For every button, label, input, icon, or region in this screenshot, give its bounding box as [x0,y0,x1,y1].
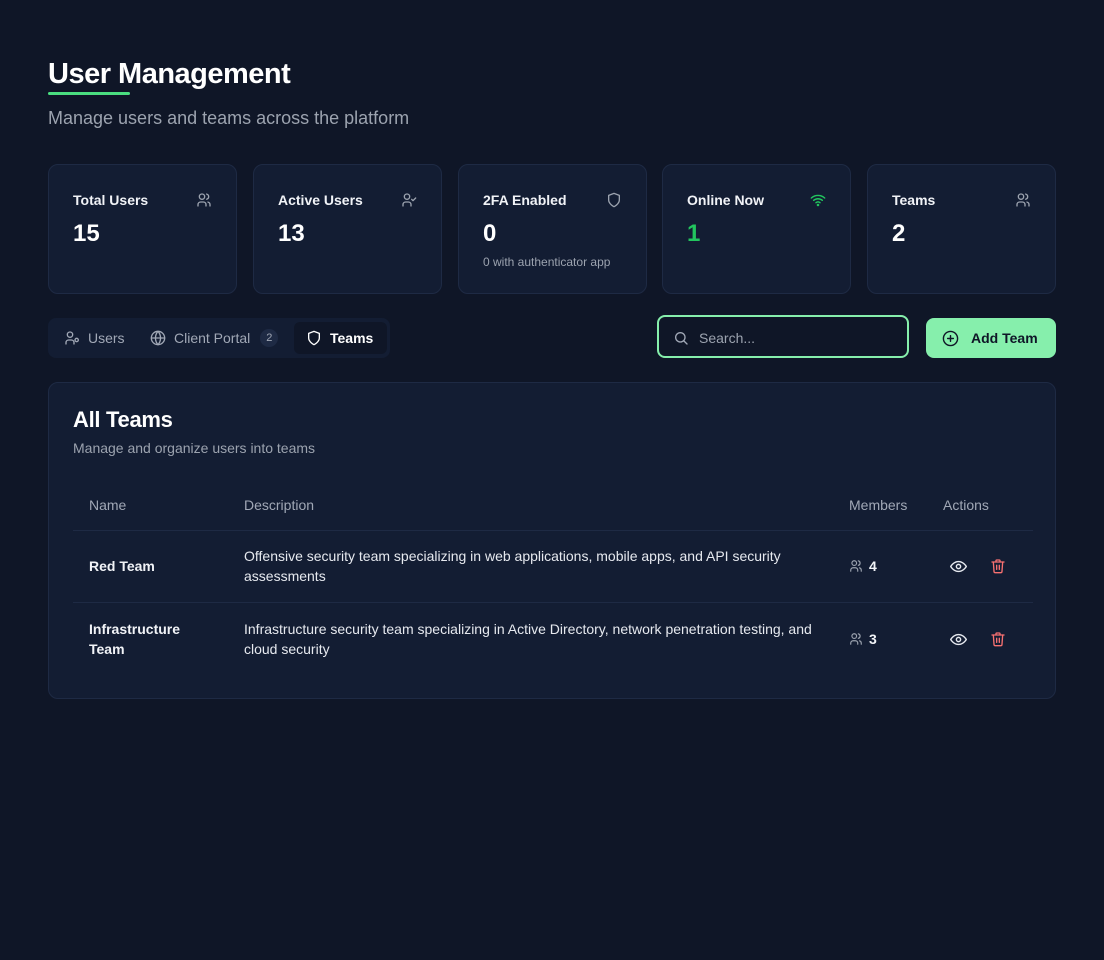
trash-icon [991,632,1005,647]
users-icon [850,560,862,572]
wifi-icon [810,194,826,207]
search-input[interactable] [697,325,901,351]
page-title: User Management [48,58,291,90]
row-actions [949,530,1007,602]
stat-value: 0 [483,220,497,247]
delete-button[interactable] [989,557,1007,575]
trash-icon [991,559,1005,574]
user-check-icon [402,193,417,207]
eye-icon [949,560,967,572]
stat-value: 15 [73,220,100,247]
stat-label: Online Now [687,192,764,208]
stat-label: Total Users [73,192,149,208]
eye-icon [949,633,967,645]
column-header-name[interactable]: Name [89,497,126,513]
member-count: 3 [869,631,877,647]
table-row[interactable]: Red Team Offensive security team special… [73,530,1033,603]
column-header-actions: Actions [943,497,989,513]
shield-icon [308,330,320,346]
plus-circle-icon [942,330,959,346]
users-icon [197,193,211,207]
tab-users[interactable]: Users [56,322,133,354]
team-name: Infrastructure Team [89,621,181,657]
column-header-description[interactable]: Description [244,497,314,513]
stats-row: Total Users 15 Active Users 13 2FA Enabl… [48,164,1056,294]
stat-label: Teams [892,192,936,208]
shield-icon [608,192,620,208]
stat-card-online-now: Online Now 1 [662,164,851,294]
stat-value: 2 [892,220,906,247]
stat-card-2fa-enabled: 2FA Enabled 0 0 with authenticator app [458,164,647,294]
stat-subtext: 0 with authenticator app [483,255,611,269]
add-team-button[interactable]: Add Team [926,318,1056,358]
tab-bar: Users Client Portal 2 Teams [48,318,390,358]
view-button[interactable] [949,630,967,648]
teams-panel: All Teams Manage and organize users into… [48,382,1056,699]
stat-value: 13 [278,220,305,247]
stat-card-active-users: Active Users 13 [253,164,442,294]
tab-client-portal[interactable]: Client Portal 2 [142,322,286,354]
team-name: Red Team [89,558,155,574]
user-icon [65,331,79,345]
search-icon [675,332,688,345]
add-team-label: Add Team [971,330,1038,346]
table-header: Name Description Members Actions [73,483,1033,531]
tab-label: Users [88,330,125,346]
panel-subtitle: Manage and organize users into teams [73,440,316,456]
team-description: Infrastructure security team specializin… [244,621,812,657]
search-box [657,315,909,358]
row-actions [949,603,1007,675]
team-description: Offensive security team specializing in … [244,548,781,584]
panel-title: All Teams [73,407,173,432]
page-subtitle: Manage users and teams across the platfo… [48,108,410,128]
table-row[interactable]: Infrastructure Team Infrastructure secur… [73,603,1033,675]
stat-value: 1 [687,220,701,247]
stat-label: Active Users [278,192,363,208]
users-icon [850,633,862,645]
users-icon [1016,193,1030,207]
tab-teams[interactable]: Teams [294,322,388,354]
view-button[interactable] [949,557,967,575]
globe-icon [150,330,166,346]
tab-label: Teams [330,330,374,346]
delete-button[interactable] [989,630,1007,648]
stat-label: 2FA Enabled [483,192,567,208]
member-count: 4 [869,558,877,574]
title-underline [48,92,130,95]
team-members: 4 [849,530,877,602]
stat-card-teams: Teams 2 [867,164,1056,294]
column-header-members[interactable]: Members [849,497,907,513]
team-members: 3 [849,603,877,675]
tab-label: Client Portal [174,330,251,346]
stat-card-total-users: Total Users 15 [48,164,237,294]
tab-count-badge: 2 [260,329,279,347]
